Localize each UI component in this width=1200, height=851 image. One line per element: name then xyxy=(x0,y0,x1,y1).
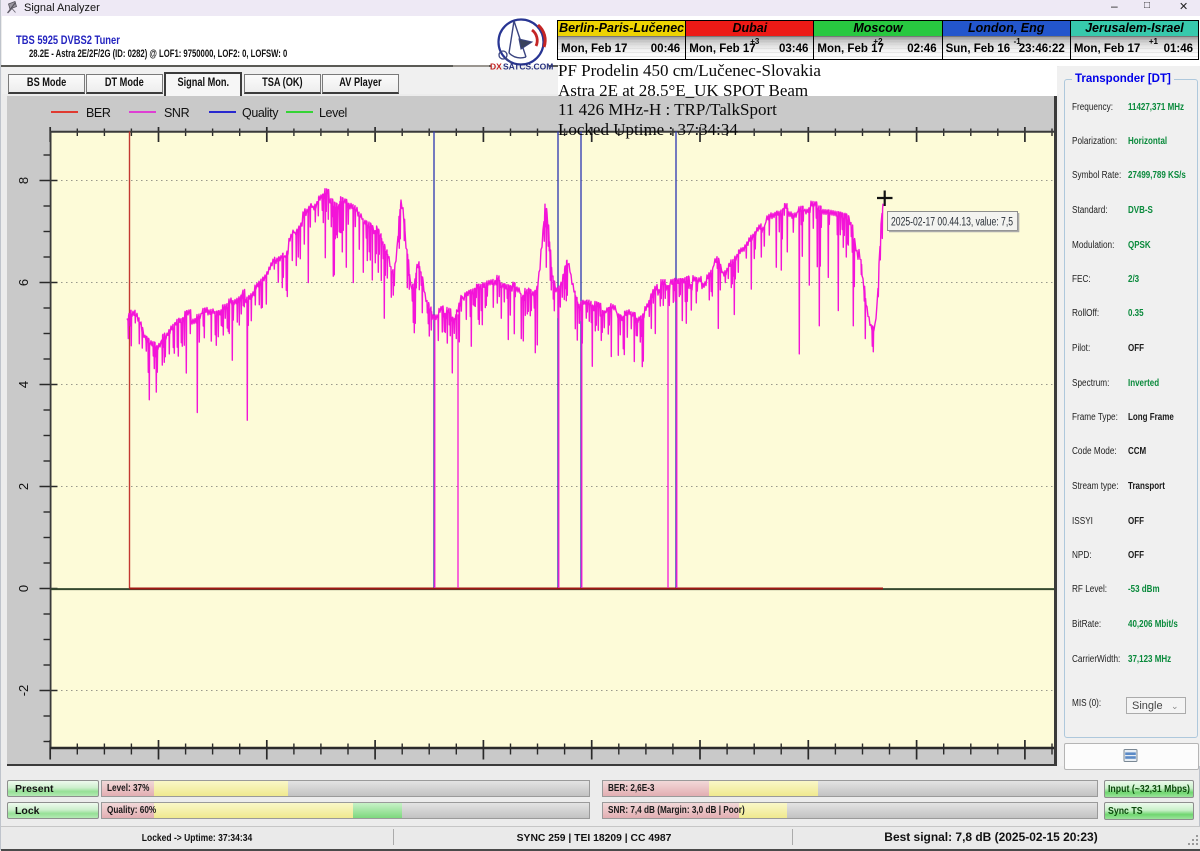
svg-text:2: 2 xyxy=(16,483,31,490)
svg-text:-2: -2 xyxy=(16,685,31,697)
svg-text:Level: Level xyxy=(319,106,347,120)
svg-text:SNR: SNR xyxy=(164,106,190,120)
svg-text:6: 6 xyxy=(16,279,31,286)
svg-text:Quality: Quality xyxy=(242,106,279,120)
svg-text:0: 0 xyxy=(16,585,31,592)
svg-text:4: 4 xyxy=(16,381,31,388)
svg-text:2025-02-17 00.44.13, value: 7,: 2025-02-17 00.44.13, value: 7,5 xyxy=(891,217,1013,229)
svg-text:BER: BER xyxy=(86,106,111,120)
svg-text:DX: DX xyxy=(490,62,502,72)
svg-text:SATCS.COM: SATCS.COM xyxy=(503,62,553,72)
svg-text:8: 8 xyxy=(16,177,31,184)
